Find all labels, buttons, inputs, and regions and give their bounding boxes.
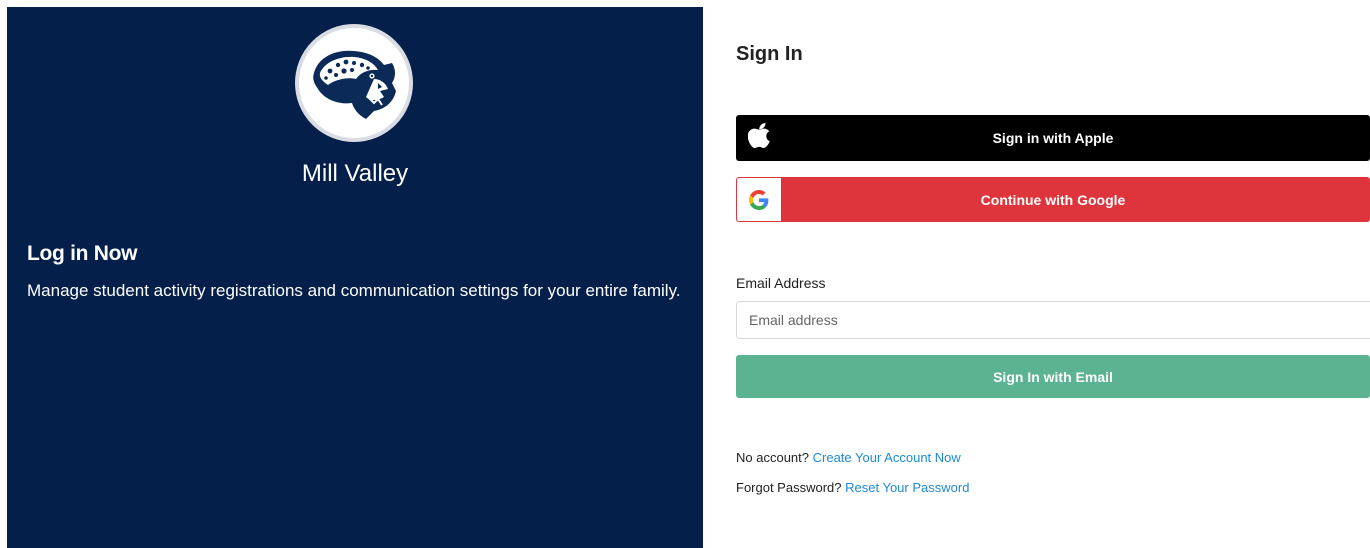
sign-in-with-email-button[interactable]: Sign In with Email — [736, 355, 1370, 398]
school-name: Mill Valley — [301, 160, 409, 187]
google-icon-box — [737, 178, 781, 221]
create-account-line: No account? Create Your Account Now — [736, 450, 961, 465]
create-account-link[interactable]: Create Your Account Now — [813, 450, 961, 465]
forgot-password-text: Forgot Password? — [736, 480, 842, 495]
continue-with-google-button[interactable]: Continue with Google — [736, 177, 1370, 222]
reset-password-line: Forgot Password? Reset Your Password — [736, 480, 969, 495]
google-icon — [749, 189, 769, 210]
reset-password-link[interactable]: Reset Your Password — [845, 480, 969, 495]
branding-panel: Mill Valley Log in Now Manage student ac… — [7, 7, 703, 548]
jaguar-mascot-icon — [313, 50, 396, 119]
page-title: Sign In — [736, 43, 803, 65]
apple-button-label: Sign in with Apple — [992, 130, 1114, 146]
school-logo — [295, 24, 413, 142]
signin-panel: Sign In Sign in with Apple Continue with… — [735, 0, 1370, 548]
login-description: Manage student activity registrations an… — [27, 281, 681, 300]
email-field-label: Email Address — [736, 275, 826, 291]
sign-in-with-apple-button[interactable]: Sign in with Apple — [736, 115, 1370, 161]
google-button-label: Continue with Google — [980, 191, 1126, 208]
no-account-text: No account? — [736, 450, 809, 465]
email-field[interactable] — [736, 301, 1370, 339]
login-heading: Log in Now — [27, 242, 138, 265]
apple-icon — [748, 123, 770, 148]
